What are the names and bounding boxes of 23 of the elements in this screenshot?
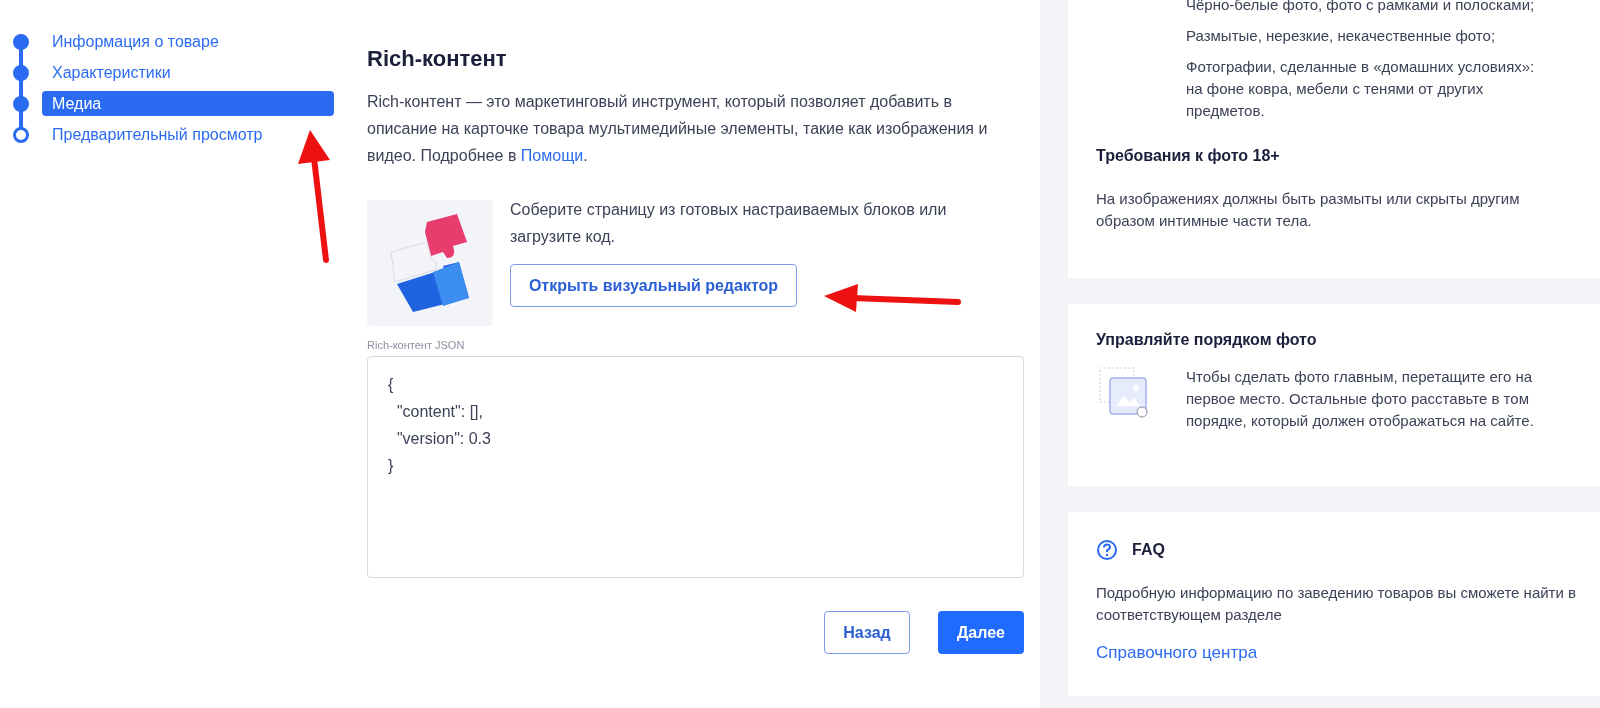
back-button[interactable]: Назад [824, 611, 910, 654]
rule-text: Размытые, нерезкие, некачественные фото; [1186, 26, 1497, 46]
rule-text: Фотографии, сделанные в «домашних условиях»: на фоне ковра, мебели с тенями от других предметов. [1186, 57, 1536, 121]
step-link[interactable]: Предварительный просмотр [42, 122, 334, 147]
adult-rules-title: Требования к фото 18+ [1096, 146, 1281, 166]
step-link[interactable]: Медиа [42, 91, 334, 116]
adult-rules-text: На изображениях должны быть размыты или скрыты другим образом интимные части тела. [1096, 189, 1521, 231]
json-label: Rich-контент JSON [367, 338, 466, 352]
help-center-link[interactable]: Справочного центра [1096, 640, 1258, 666]
photo-order-title: Управляйте порядком фото [1096, 330, 1318, 350]
page-title: Rich-контент [367, 45, 508, 73]
open-editor-button[interactable]: Открыть визуальный редактор [510, 264, 797, 307]
help-icon [1096, 539, 1118, 561]
editor-hint-text: Соберите страницу из готовых настраиваемых блоков или загрузите код. [510, 200, 948, 247]
faq-text: Подробную информацию по заведению товаров вы сможете найти в соответствующем разделе [1096, 583, 1576, 625]
help-link[interactable]: Помощи [520, 147, 584, 164]
faq-title: FAQ [1132, 540, 1165, 560]
next-button[interactable]: Далее [938, 611, 1024, 654]
step-link[interactable]: Информация о товаре [42, 29, 334, 54]
description-text: Rich-контент — это маркетинговый инструмент, который позволяет добавить в описание на карточке товара мультимедийные элементы, такие как изображения и видео. Подробнее в Помощи. [367, 92, 989, 166]
json-input-field[interactable]: { "content": [], "version": 0.3 } [367, 356, 1024, 578]
photo-order-text: Чтобы сделать фото главным, перетащите его на первое место. Остальные фото расставьте в том порядке, который должен отображаться на сайте. [1186, 367, 1535, 431]
step-link[interactable]: Характеристики [42, 60, 334, 85]
